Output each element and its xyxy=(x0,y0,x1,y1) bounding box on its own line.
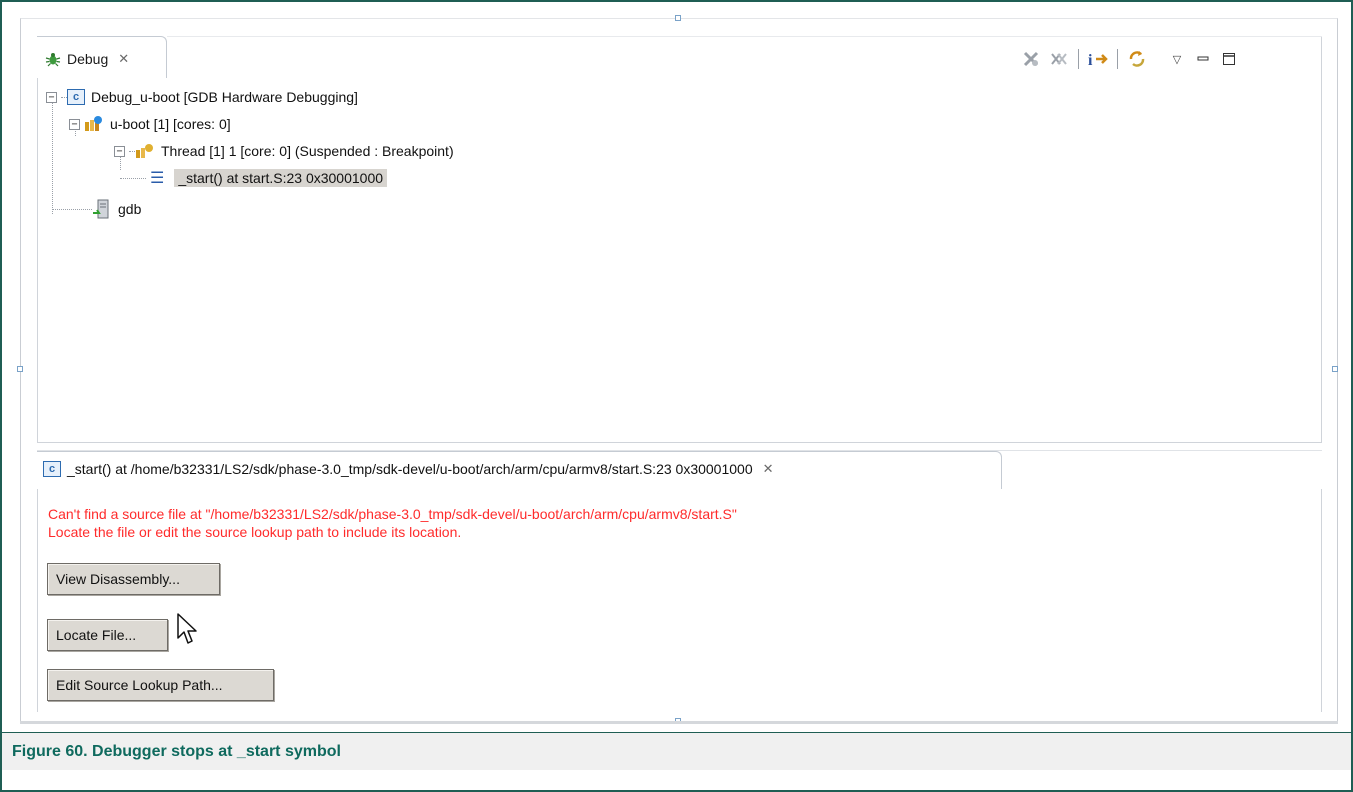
tree-item-process[interactable]: − u-boot [1] [cores: 0] xyxy=(69,113,231,135)
error-message-line2: Locate the file or edit the source looku… xyxy=(48,524,462,540)
collapse-icon[interactable]: − xyxy=(114,145,125,157)
c-file-icon: c xyxy=(43,461,61,477)
tree-item-label: _start() at start.S:23 0x30001000 xyxy=(174,169,388,187)
screenshot-bottom-edge xyxy=(20,721,1338,724)
resize-handle xyxy=(675,15,681,21)
close-icon[interactable]: ✕ xyxy=(763,461,774,477)
minimize-icon[interactable] xyxy=(1192,48,1214,70)
editor-tab-label: _start() at /home/b32331/LS2/sdk/phase-3… xyxy=(67,461,753,477)
tab-debug-label: Debug xyxy=(67,51,109,67)
bug-icon xyxy=(45,51,61,67)
c-launch-icon: c xyxy=(67,89,85,105)
tree-item-thread[interactable]: − Thread [1] 1 [core: 0] (Suspended : Br… xyxy=(114,140,454,162)
toolbar-separator xyxy=(1117,49,1118,69)
process-icon xyxy=(84,115,104,133)
view-menu-icon[interactable]: ▽ xyxy=(1166,48,1188,70)
tree-item-stack-frame[interactable]: ☰ _start() at start.S:23 0x30001000 xyxy=(120,167,388,189)
stack-frame-icon: ☰ xyxy=(150,170,165,187)
toolbar-separator xyxy=(1078,49,1079,69)
tree-item-label: u-boot [1] [cores: 0] xyxy=(110,116,231,132)
tab-strip xyxy=(167,36,1322,37)
thread-icon xyxy=(135,142,155,160)
locate-file-button[interactable]: Locate File... xyxy=(47,619,168,651)
tree-item-gdb[interactable]: gdb xyxy=(52,198,141,220)
tree-item-label: Debug_u-boot [GDB Hardware Debugging] xyxy=(91,89,358,105)
maximize-icon[interactable] xyxy=(1218,48,1240,70)
resize-handle xyxy=(17,366,23,372)
instruction-stepping-icon[interactable]: i xyxy=(1087,48,1109,70)
view-disassembly-button[interactable]: View Disassembly... xyxy=(47,563,220,595)
collapse-icon[interactable]: − xyxy=(69,118,80,130)
tab-editor[interactable]: c _start() at /home/b32331/LS2/sdk/phase… xyxy=(37,451,1002,489)
reset-icon[interactable] xyxy=(1126,48,1148,70)
remove-all-terminated-icon[interactable] xyxy=(1048,48,1070,70)
tree-item-launch[interactable]: − c Debug_u-boot [GDB Hardware Debugging… xyxy=(46,86,358,108)
tab-debug[interactable]: Debug ✕ xyxy=(37,36,167,78)
svg-text:i: i xyxy=(1088,52,1093,68)
tree-item-label: Thread [1] 1 [core: 0] (Suspended : Brea… xyxy=(161,143,454,159)
gdb-icon xyxy=(92,199,110,219)
figure-caption: Figure 60. Debugger stops at _start symb… xyxy=(12,743,341,760)
error-message-line1: Can't find a source file at "/home/b3233… xyxy=(48,506,737,522)
mouse-pointer-icon xyxy=(176,612,198,651)
figure-caption-bar: Figure 60. Debugger stops at _start symb… xyxy=(2,732,1351,770)
tree-item-label: gdb xyxy=(118,201,142,217)
collapse-icon[interactable]: − xyxy=(46,91,57,103)
edit-source-lookup-path-button[interactable]: Edit Source Lookup Path... xyxy=(47,669,274,701)
debug-toolbar: i ▽ xyxy=(1020,48,1240,70)
remove-terminated-icon[interactable] xyxy=(1020,48,1042,70)
resize-handle xyxy=(1332,366,1338,372)
close-icon[interactable]: ✕ xyxy=(118,51,129,67)
